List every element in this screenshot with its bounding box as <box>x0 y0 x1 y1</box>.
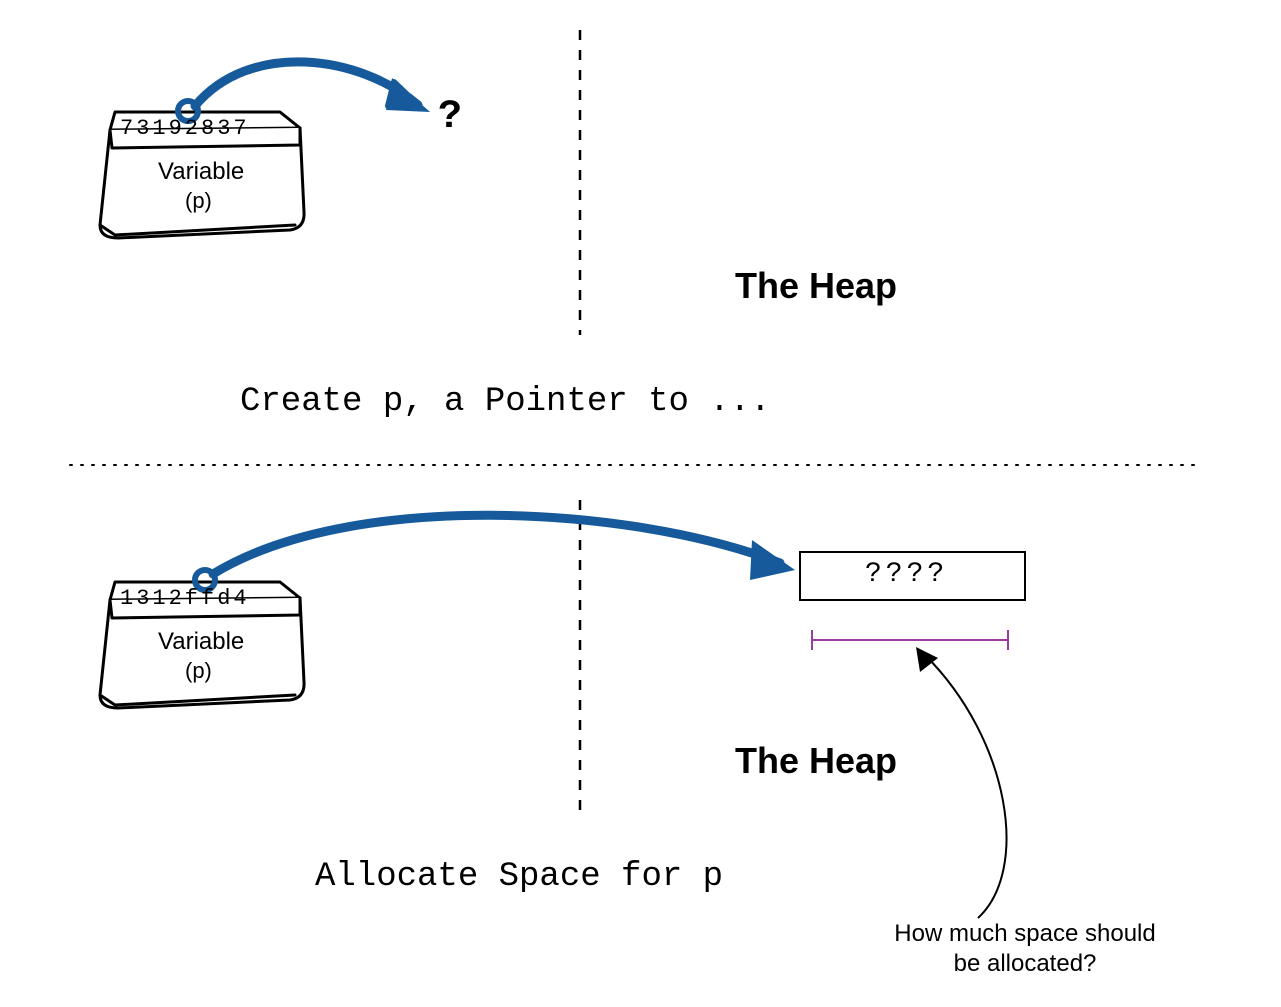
pointer-target-top: ? <box>438 95 462 140</box>
annotation-line-2: be allocated? <box>860 950 1190 978</box>
variable-label-bottom-2: (p) <box>185 658 212 684</box>
caption-bottom: Allocate Space for p <box>315 858 723 896</box>
heap-label-top: The Heap <box>735 265 897 307</box>
annotation-line-1: How much space should <box>860 920 1190 948</box>
variable-label-top-1: Variable <box>158 158 244 186</box>
diagram-canvas <box>0 0 1281 1007</box>
annotation-arrow <box>925 655 1007 918</box>
variable-value-top: 73192837 <box>120 116 250 141</box>
variable-label-bottom-1: Variable <box>158 628 244 656</box>
variable-value-bottom: 1312ffd4 <box>120 586 250 611</box>
pointer-arrowhead-bottom <box>750 540 795 580</box>
annotation-arrowhead <box>916 647 938 672</box>
caption-top: Create p, a Pointer to ... <box>240 383 771 421</box>
pointer-arrow-top <box>195 62 418 106</box>
pointer-arrow-bottom <box>213 515 780 574</box>
heap-cell-value: ???? <box>865 559 948 590</box>
variable-label-top-2: (p) <box>185 188 212 214</box>
size-bracket <box>812 630 1008 650</box>
heap-label-bottom: The Heap <box>735 740 897 782</box>
pointer-arrowhead-top-fill <box>386 78 430 112</box>
